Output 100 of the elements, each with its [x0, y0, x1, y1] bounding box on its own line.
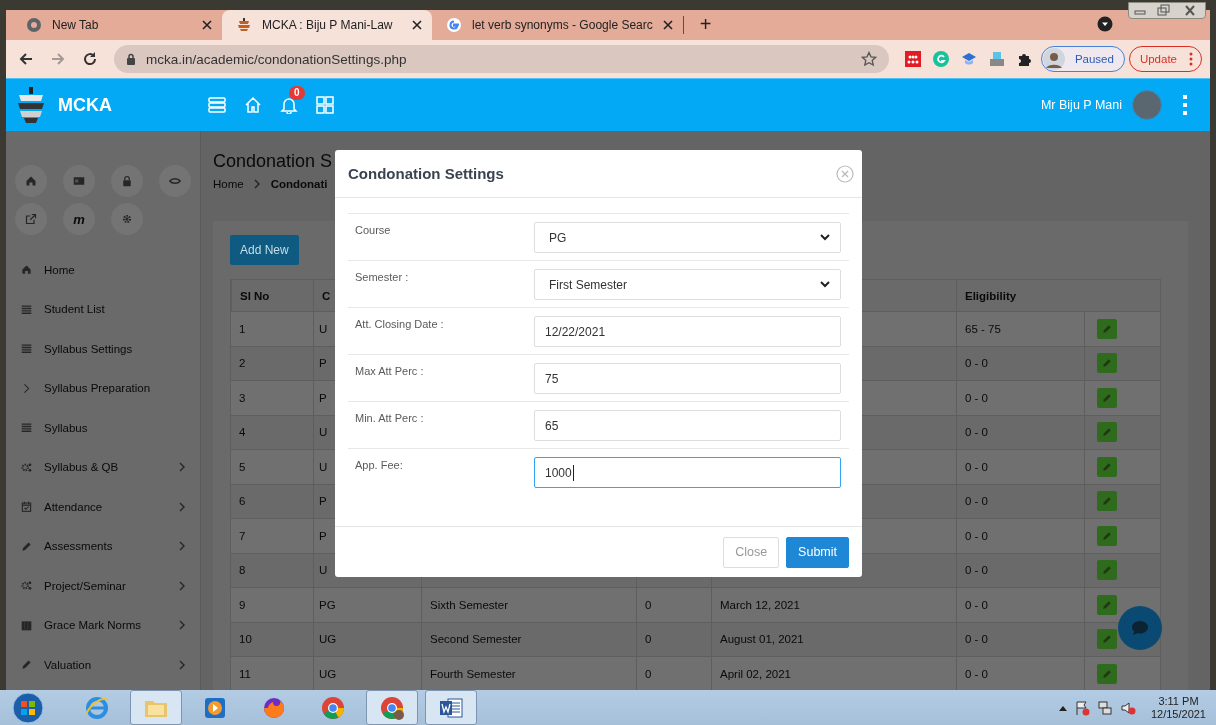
table-cell: Fourth Semester — [430, 667, 516, 680]
browser-tab[interactable]: MCKA : Biju P Mani-Law — [222, 10, 432, 40]
sidebar-item[interactable]: Syllabus — [6, 408, 200, 448]
table-cell: 10 — [239, 633, 252, 646]
pencil-icon — [21, 540, 32, 552]
sidebar-item[interactable]: Attendance — [6, 487, 200, 527]
taskbar-app[interactable] — [425, 690, 477, 725]
table-cell: U — [319, 322, 328, 335]
sidebar-item[interactable]: Syllabus Settings — [6, 329, 200, 369]
pencil-icon — [1102, 358, 1112, 369]
edit-button[interactable] — [1097, 387, 1117, 408]
close-button[interactable]: Close — [723, 536, 780, 568]
grid-icon[interactable] — [316, 96, 334, 114]
speaker-muted-icon[interactable] — [1119, 699, 1136, 716]
stack-icon[interactable] — [208, 96, 226, 114]
puzzle-icon[interactable] — [1016, 51, 1033, 67]
close-icon[interactable] — [202, 20, 212, 30]
edit-button[interactable] — [1097, 663, 1117, 684]
book-icon — [21, 619, 32, 631]
table-cell: 0 — [645, 667, 652, 680]
flag-icon[interactable] — [1073, 699, 1090, 716]
sidebar-item[interactable]: Syllabus & QB — [6, 447, 200, 487]
shortcut-button[interactable] — [159, 165, 191, 197]
input-field[interactable]: 12/22/2021 — [534, 316, 841, 347]
breadcrumb-link[interactable]: Home — [213, 175, 244, 193]
id-card-icon — [73, 175, 85, 187]
kebab-icon[interactable] — [1182, 95, 1188, 115]
close-icon[interactable] — [412, 20, 422, 30]
edit-button[interactable] — [1097, 560, 1117, 581]
pencil-icon — [1102, 565, 1112, 576]
shortcut-button[interactable] — [63, 165, 95, 197]
table-cell: August 01, 2021 — [720, 633, 804, 646]
reload-icon[interactable] — [82, 51, 98, 67]
edit-button[interactable] — [1097, 525, 1117, 546]
gears-icon — [21, 580, 32, 592]
taskbar-app[interactable] — [366, 690, 418, 725]
list-icon — [21, 343, 32, 355]
beehive-icon — [236, 17, 252, 33]
sidebar-item[interactable]: Assessments — [6, 526, 200, 566]
close-icon[interactable] — [662, 20, 673, 30]
dropdown-field[interactable]: First Semester — [534, 269, 841, 300]
back-arrow-icon[interactable] — [18, 51, 34, 67]
shortcut-button[interactable] — [111, 165, 143, 197]
dropdown-field[interactable]: PG — [534, 222, 841, 253]
shortcut-button[interactable] — [15, 203, 47, 235]
shortcut-button[interactable] — [111, 203, 143, 235]
browser-tab[interactable]: New Tab — [12, 10, 222, 40]
window-controls[interactable] — [1128, 2, 1206, 19]
bell-icon[interactable] — [280, 96, 298, 114]
edit-button[interactable] — [1097, 456, 1117, 477]
edit-button[interactable] — [1097, 318, 1117, 339]
add-new-button[interactable]: Add New — [230, 235, 299, 265]
input-field[interactable]: 65 — [534, 410, 841, 441]
edit-button[interactable] — [1097, 422, 1117, 443]
table-cell: 65 - 75 — [965, 322, 1001, 335]
table-cell: UG — [319, 667, 337, 680]
pencil-icon — [1102, 461, 1112, 472]
browser-tab[interactable]: let verb synonyms - Google Searc — [432, 10, 683, 40]
address-bar[interactable]: mcka.in/academic/condonationSettings.php — [114, 45, 889, 73]
start-orb-icon[interactable] — [12, 691, 44, 724]
sidebar-item[interactable]: Syllabus Preparation — [6, 368, 200, 408]
dropdown-icon[interactable] — [1097, 16, 1113, 32]
sidebar-item[interactable]: Grace Mark Norms — [6, 605, 200, 645]
shortcut-button[interactable]: m — [63, 203, 95, 235]
brand-name: MCKA — [58, 94, 113, 116]
table-cell: 0 - 0 — [965, 667, 988, 680]
profile-button[interactable]: Paused — [1040, 46, 1125, 72]
edit-button[interactable] — [1097, 594, 1117, 615]
input-field[interactable]: 75 — [534, 363, 841, 394]
pencil-icon — [21, 659, 32, 671]
edit-button[interactable] — [1097, 353, 1117, 374]
caret-up-icon[interactable] — [1058, 704, 1067, 711]
sidebar-item[interactable]: Student List — [6, 289, 200, 329]
circle-g-icon[interactable] — [932, 51, 949, 67]
network-icon[interactable] — [1096, 699, 1113, 716]
input-field[interactable]: 1000 — [534, 457, 841, 488]
list-icon — [21, 303, 32, 315]
sidebar-item[interactable]: Home — [6, 250, 200, 290]
home-icon[interactable] — [244, 96, 262, 114]
table-cell: March 12, 2021 — [720, 598, 800, 611]
table-cell: 0 - 0 — [965, 598, 988, 611]
notification-count: 0 — [289, 86, 305, 100]
lock-icon — [126, 53, 136, 65]
chevron-right-icon — [253, 179, 261, 189]
edit-button[interactable] — [1097, 491, 1117, 512]
grid-dots-icon[interactable] — [904, 51, 921, 67]
sidebar-item[interactable]: Valuation — [6, 645, 200, 685]
new-tab-button[interactable]: + — [691, 10, 720, 40]
star-icon[interactable] — [860, 51, 877, 67]
edit-button[interactable] — [1097, 629, 1117, 650]
avatar-circle[interactable] — [1132, 90, 1162, 120]
submit-button[interactable]: Submit — [786, 536, 849, 568]
graduation-cap-icon[interactable] — [960, 51, 977, 67]
chevron-down-icon — [820, 234, 830, 241]
table-cell: 2 — [239, 357, 246, 370]
table-cell: 0 - 0 — [965, 460, 988, 473]
sidebar-item[interactable]: Project/Seminar — [6, 566, 200, 606]
field-label: Course — [354, 223, 392, 236]
shortcut-button[interactable] — [15, 165, 47, 197]
clock[interactable]: 3:11 PM 12/15/2021 — [1150, 694, 1206, 721]
